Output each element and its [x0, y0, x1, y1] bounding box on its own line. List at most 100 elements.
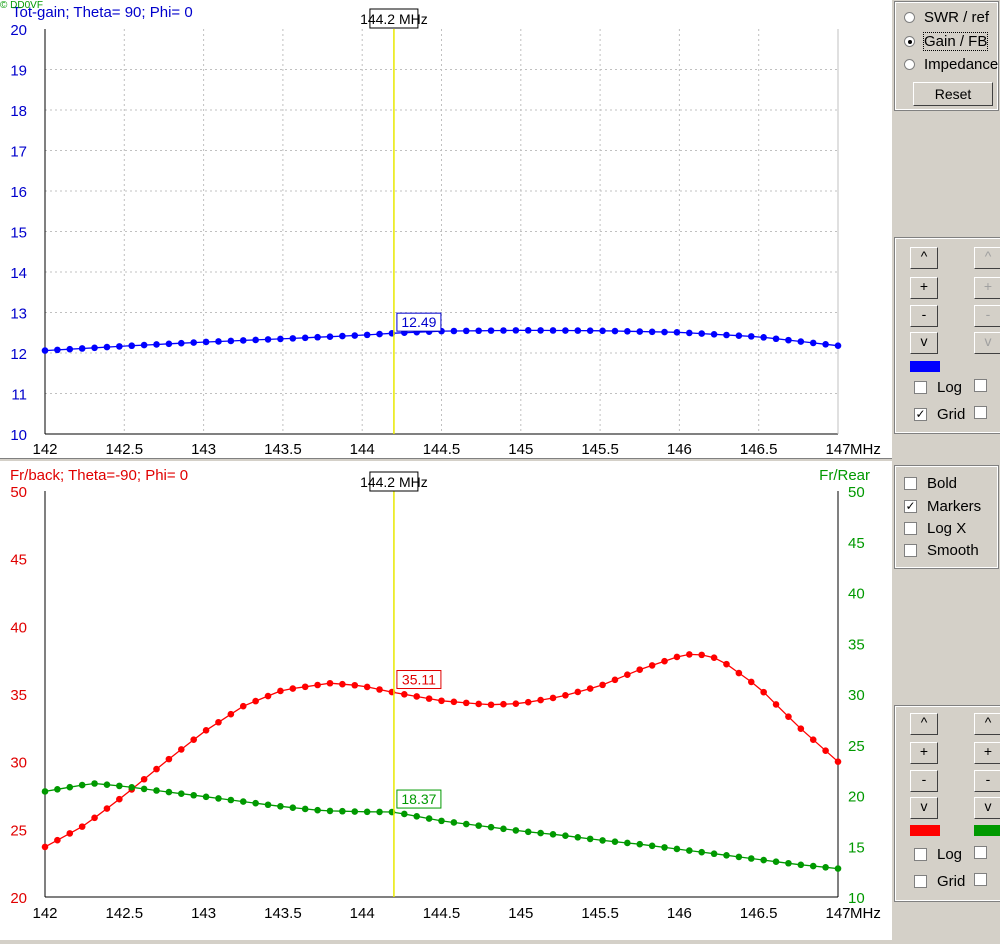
- option-bold[interactable]: Bold: [904, 475, 957, 492]
- option-logx-box[interactable]: [904, 522, 917, 535]
- x-tick-label: 147: [825, 905, 850, 922]
- front-rear-series-point: [413, 812, 421, 820]
- top-grid-box[interactable]: ✓: [914, 408, 927, 421]
- y-tick-label: 16: [10, 184, 27, 201]
- top-scale2-up-button[interactable]: ^: [974, 247, 1000, 269]
- front-back-series-point: [116, 795, 123, 803]
- y-tick-label-left: 30: [10, 755, 27, 772]
- top-scale2-plus-button[interactable]: +: [974, 277, 1000, 299]
- bottom-log2-checkbox[interactable]: [974, 846, 997, 859]
- top-series-color-swatch[interactable]: [910, 361, 940, 372]
- red-series-color-swatch[interactable]: [910, 825, 940, 836]
- gain-series-point: [78, 345, 86, 352]
- bottom-scale2-down-button[interactable]: v: [974, 797, 1000, 819]
- bottom-grid-box[interactable]: [914, 875, 927, 888]
- bottom-scale-down-button[interactable]: v: [910, 797, 938, 819]
- gain-series-point: [190, 339, 197, 346]
- top-scale-minus-button[interactable]: -: [910, 305, 938, 327]
- radio-impedance[interactable]: Impedance: [904, 56, 998, 73]
- front-rear-series-point: [190, 791, 197, 799]
- y-tick-label: 11: [11, 387, 27, 404]
- top-grid2-box[interactable]: [974, 406, 987, 419]
- top-scale-down-button[interactable]: v: [910, 332, 938, 354]
- front-rear-series-point: [611, 838, 619, 845]
- y-tick-label: 10: [10, 427, 27, 444]
- radio-gain-fb-button[interactable]: [904, 36, 915, 47]
- top-grid2-checkbox[interactable]: [974, 406, 997, 419]
- gain-series-point: [698, 330, 706, 337]
- green-series-color-swatch[interactable]: [974, 825, 1000, 836]
- gain-series-point: [165, 340, 173, 348]
- gain-series-point: [512, 327, 520, 334]
- top-log-checkbox[interactable]: Log: [914, 379, 962, 396]
- y-tick-label: 17: [10, 144, 27, 161]
- top-scale-plus-button[interactable]: +: [910, 277, 938, 299]
- bottom-scale2-up-button[interactable]: ^: [974, 713, 1000, 735]
- top-scale-up-button[interactable]: ^: [910, 247, 938, 269]
- front-rear-series-point: [128, 784, 136, 791]
- x-tick-label: 146: [667, 905, 692, 922]
- y-tick-label: 19: [10, 63, 27, 80]
- front-rear-series-point: [153, 787, 160, 794]
- option-bold-box[interactable]: [904, 477, 917, 490]
- front-back-series-point: [413, 693, 421, 700]
- radio-swr[interactable]: SWR / ref: [904, 9, 989, 26]
- top-log2-box[interactable]: [974, 379, 987, 392]
- gain-series-point: [562, 327, 569, 334]
- radio-gain-fb[interactable]: Gain / FB: [904, 32, 989, 51]
- gain-series-point: [648, 328, 656, 336]
- front-back-series-point: [103, 805, 111, 812]
- bottom-grid2-box[interactable]: [974, 873, 987, 886]
- bottom-scale-plus-button[interactable]: +: [910, 742, 938, 764]
- chart-title: Fr/back; Theta=-90; Phi= 0: [10, 467, 188, 484]
- bottom-scale2-minus-button[interactable]: -: [974, 770, 1000, 792]
- option-markers-box[interactable]: ✓: [904, 500, 917, 513]
- option-smooth[interactable]: Smooth: [904, 542, 979, 559]
- top-grid-checkbox[interactable]: ✓ Grid: [914, 406, 965, 423]
- front-back-series-point: [239, 702, 247, 710]
- y-tick-label-right: 35: [848, 636, 865, 653]
- gain-series-point: [797, 338, 805, 345]
- front-rear-series-point: [339, 807, 346, 815]
- x-tick-label: 145.5: [581, 441, 619, 458]
- front-back-series-point: [785, 713, 792, 720]
- front-back-series-point: [524, 698, 532, 706]
- front-rear-series-point: [462, 820, 470, 828]
- radio-swr-button[interactable]: [904, 12, 915, 23]
- front-back-series-point: [710, 654, 718, 661]
- y-tick-label-right: 25: [848, 738, 865, 755]
- front-back-series-point: [537, 696, 544, 704]
- option-smooth-box[interactable]: [904, 544, 917, 557]
- bottom-grid-checkbox[interactable]: Grid: [914, 873, 965, 890]
- front-back-series-point: [475, 700, 482, 708]
- front-rear-series-point: [747, 855, 755, 862]
- gain-series-point: [624, 327, 631, 335]
- bottom-scale2-plus-button[interactable]: +: [974, 742, 1000, 764]
- option-markers[interactable]: ✓ Markers: [904, 498, 981, 515]
- top-log2-checkbox[interactable]: [974, 379, 997, 392]
- option-logx[interactable]: Log X: [904, 520, 966, 537]
- radio-impedance-button[interactable]: [904, 59, 915, 70]
- x-tick-label: 144: [350, 441, 375, 458]
- front-back-series-point: [252, 697, 259, 705]
- gain-series-point: [747, 333, 755, 340]
- reset-button[interactable]: Reset: [913, 82, 993, 106]
- y-tick-label: 20: [10, 22, 27, 39]
- top-log-box[interactable]: [914, 381, 927, 394]
- front-rear-series-point: [524, 828, 532, 836]
- option-markers-label: Markers: [927, 498, 982, 515]
- front-back-series-point: [140, 775, 148, 783]
- bottom-log2-box[interactable]: [974, 846, 987, 859]
- bottom-grid2-checkbox[interactable]: [974, 873, 997, 886]
- bottom-log-box[interactable]: [914, 848, 927, 861]
- gain-series-point: [586, 327, 594, 334]
- chart-separator: [0, 458, 1000, 462]
- bottom-scale-up-button[interactable]: ^: [910, 713, 938, 735]
- top-scale2-minus-button[interactable]: -: [974, 305, 1000, 327]
- bottom-log-checkbox[interactable]: Log: [914, 846, 962, 863]
- gain-series-point: [140, 341, 148, 349]
- bottom-scale-minus-button[interactable]: -: [910, 770, 938, 792]
- gain-series-point: [363, 331, 371, 339]
- top-scale2-down-button[interactable]: v: [974, 332, 1000, 354]
- radio-gain-fb-label: Gain / FB: [922, 32, 989, 51]
